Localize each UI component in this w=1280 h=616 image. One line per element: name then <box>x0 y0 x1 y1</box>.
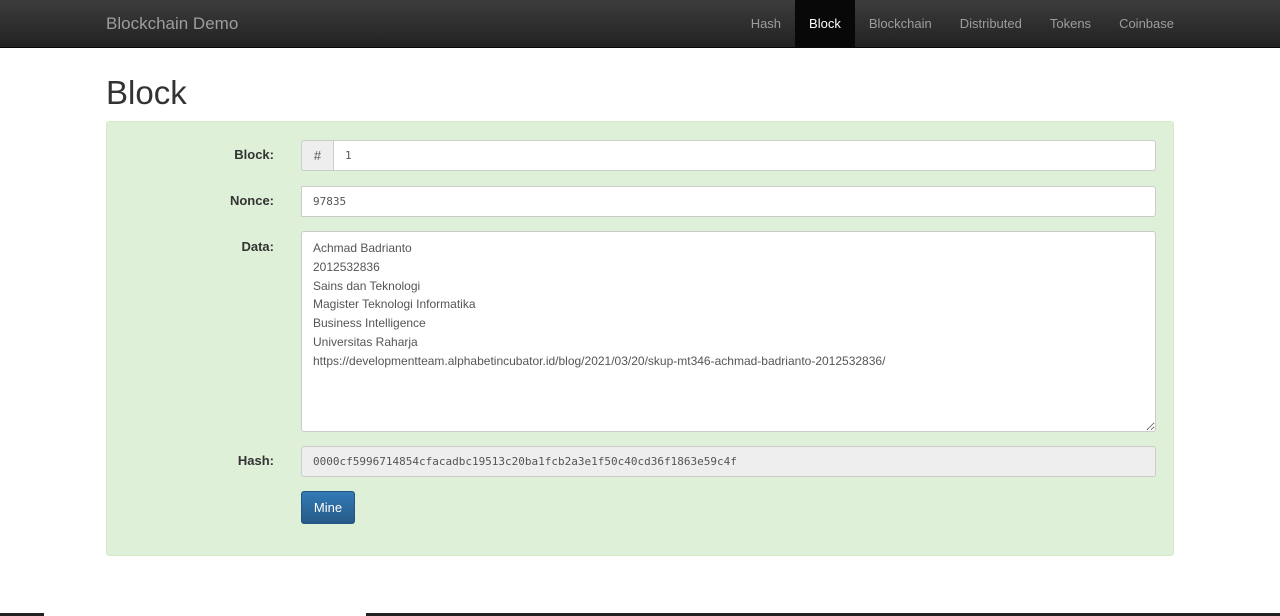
nonce-label: Nonce: <box>229 193 274 208</box>
block-number-input[interactable] <box>333 140 1156 171</box>
nav-item-block[interactable]: Block <box>795 0 855 47</box>
block-number-label: Block: <box>234 147 274 162</box>
nav-item-coinbase[interactable]: Coinbase <box>1105 0 1188 47</box>
hash-label: Hash: <box>237 453 274 468</box>
nav-item-tokens[interactable]: Tokens <box>1036 0 1105 47</box>
nonce-group <box>301 186 1156 217</box>
data-textarea[interactable]: Achmad Badrianto 2012532836 Sains dan Te… <box>301 231 1156 432</box>
page-title: Block <box>106 74 187 111</box>
nav-item-distributed[interactable]: Distributed <box>946 0 1036 47</box>
block-number-group: # <box>301 140 1156 171</box>
brand-link[interactable]: Blockchain Demo <box>106 0 238 47</box>
hash-output: 0000cf5996714854cfacadbc19513c20ba1fcb2a… <box>301 446 1156 477</box>
navbar: Blockchain Demo Hash Block Blockchain Di… <box>0 0 1280 48</box>
nav-menu: Hash Block Blockchain Distributed Tokens… <box>737 0 1188 47</box>
nonce-input[interactable] <box>301 186 1156 217</box>
block-number-addon: # <box>301 140 333 171</box>
mine-button[interactable]: Mine <box>301 491 355 524</box>
nav-item-blockchain[interactable]: Blockchain <box>855 0 946 47</box>
block-form-panel: Block: # Nonce: Data: Achmad Badrianto 2… <box>106 121 1174 556</box>
data-label: Data: <box>241 239 274 254</box>
nav-item-hash[interactable]: Hash <box>737 0 795 47</box>
